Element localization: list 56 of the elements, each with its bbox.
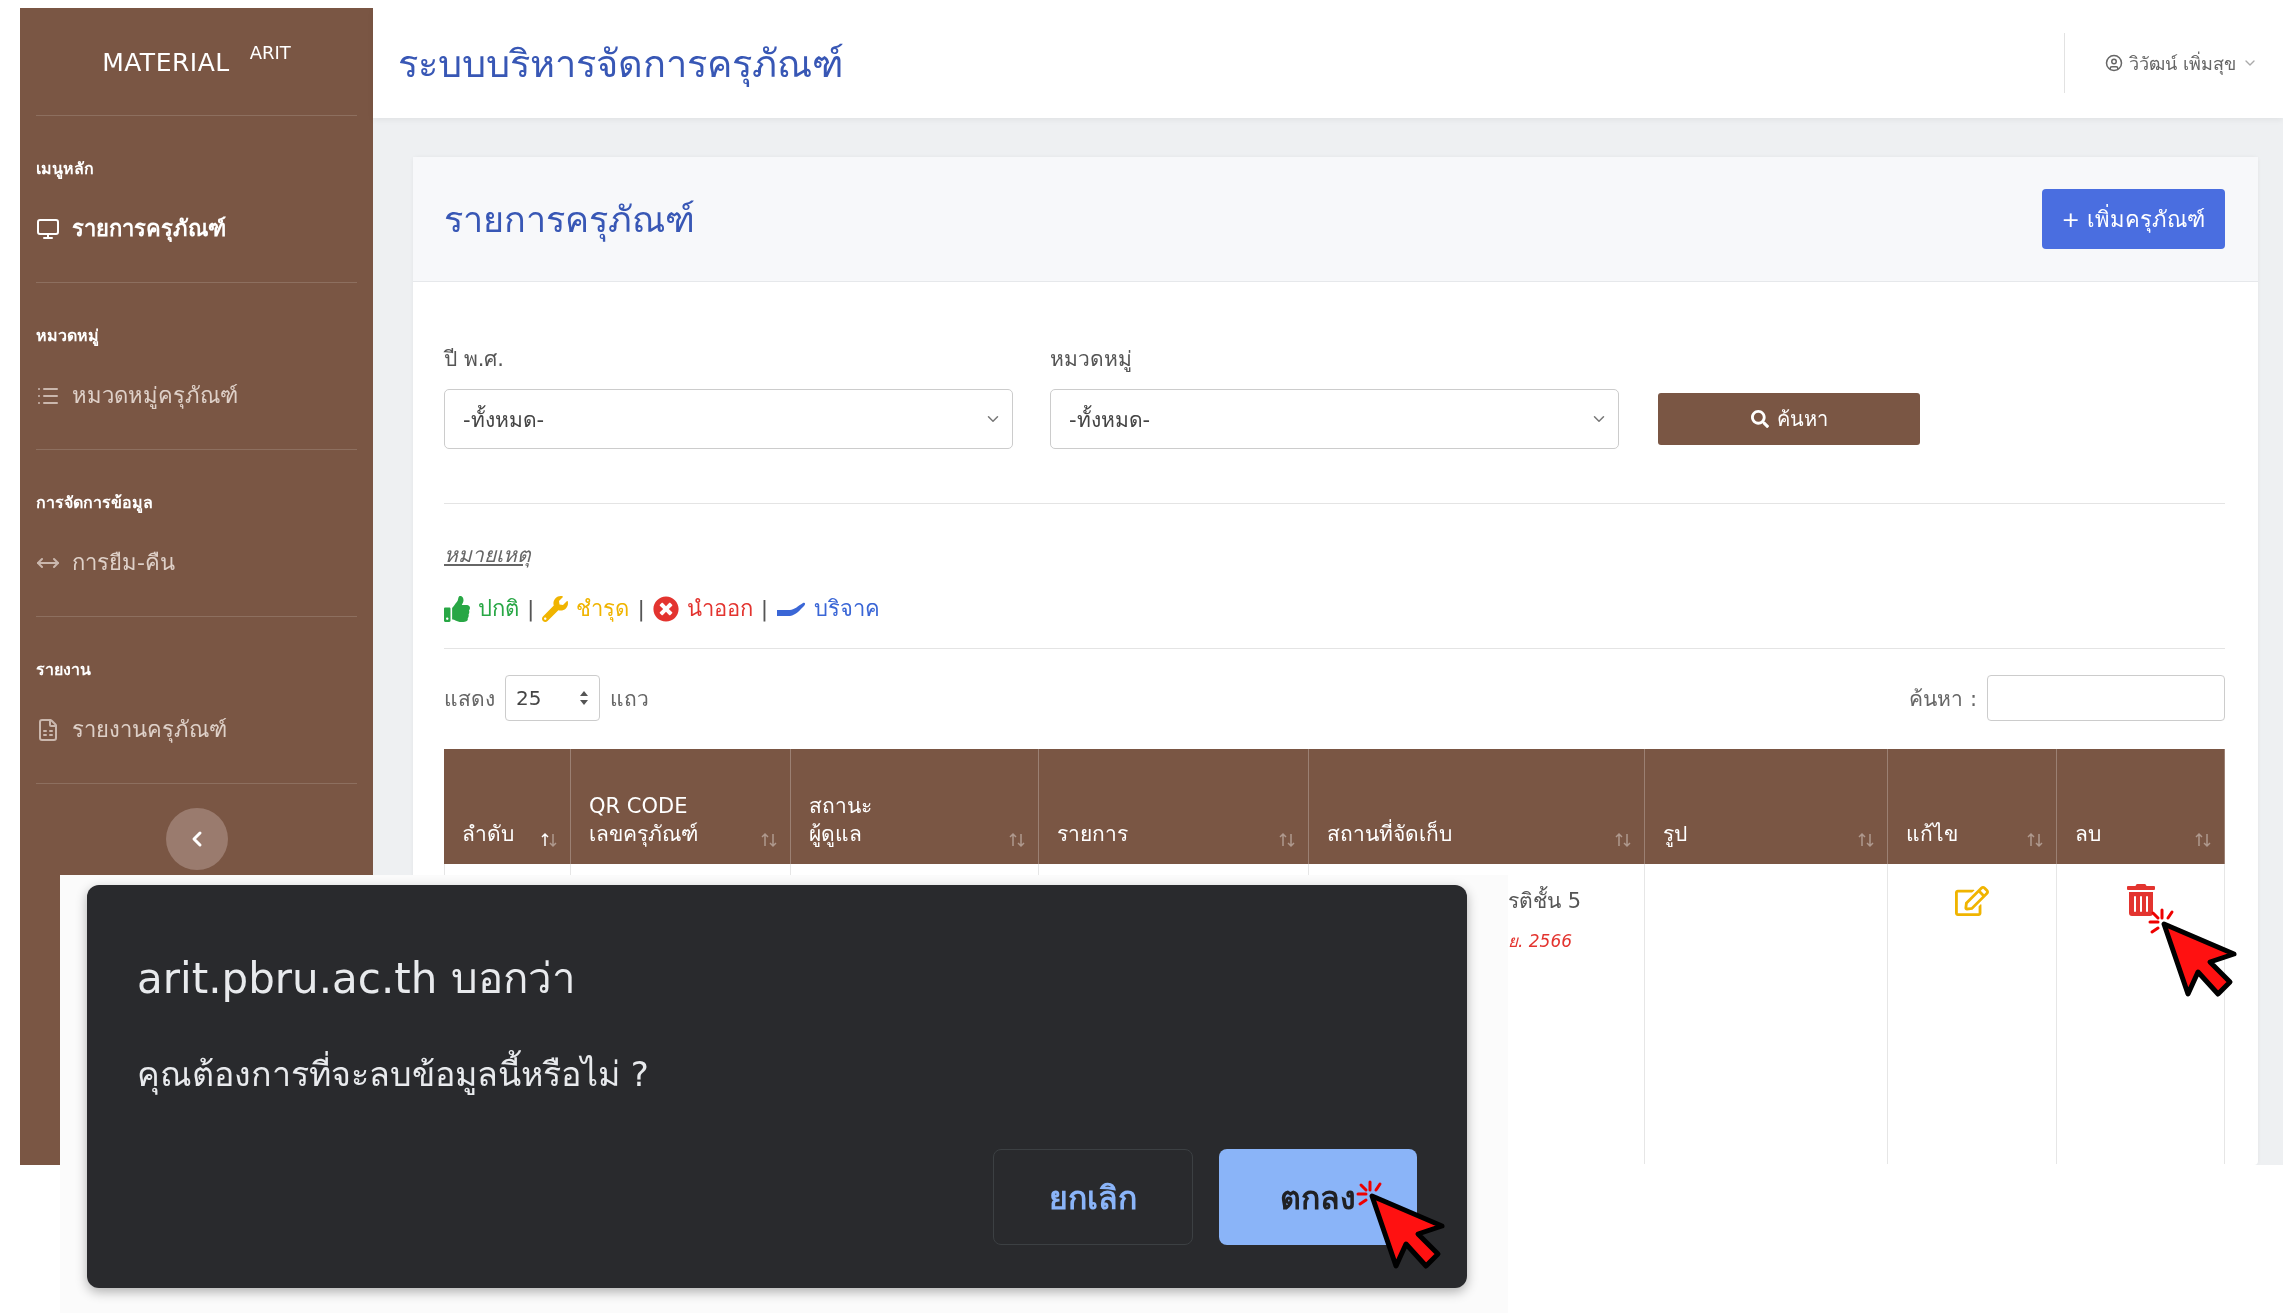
column-header[interactable]: รายการ — [1039, 749, 1309, 864]
legend-label: ชำรุด — [576, 595, 630, 624]
date-note: ย. 2566 — [1508, 930, 1573, 953]
ok-button[interactable]: ตกลง — [1219, 1149, 1417, 1245]
brand-superscript: ARIT — [249, 42, 291, 65]
legend-label: ปกติ — [478, 595, 519, 623]
edit-button[interactable] — [1955, 884, 1989, 918]
table-cell: รติชั้น 5 — [1508, 884, 1582, 917]
column-header[interactable]: สถานที่จัดเก็บ — [1309, 749, 1645, 864]
app-title: ระบบบริหารจัดการครุภัณฑ์ — [398, 40, 845, 89]
legend-title: หมายเหตุ — [444, 542, 532, 570]
sidebar-item[interactable]: หมวดหมู่ครุภัณฑ์ — [36, 378, 357, 413]
up-down-icon — [579, 690, 589, 706]
search-icon — [1750, 410, 1769, 428]
table-search-field[interactable] — [1987, 675, 2225, 721]
filter-select[interactable]: -ทั้งหมด- — [1050, 389, 1619, 449]
filter-select[interactable]: -ทั้งหมด- — [444, 389, 1013, 449]
filter-label: หมวดหมู่ — [1050, 346, 1133, 374]
legend-separator: | — [760, 596, 769, 621]
column-header[interactable]: สถานะ ผู้ดูแล — [791, 749, 1039, 864]
pointer-cursor-icon — [2148, 908, 2240, 1000]
column-header[interactable]: ลำดับ — [444, 749, 571, 864]
sidebar-heading: หมวดหมู่ — [36, 325, 100, 348]
file-icon — [36, 717, 60, 742]
sidebar-heading: รายงาน — [36, 659, 92, 681]
legend-separator: | — [637, 596, 645, 621]
pointer-cursor-icon — [1356, 1180, 1448, 1272]
cancel-button[interactable]: ยกเลิก — [993, 1149, 1193, 1245]
dialog-origin: arit.pbru.ac.th บอกว่า — [137, 953, 577, 1005]
column-header[interactable]: แก้ไข — [1888, 749, 2057, 864]
column-header[interactable]: รูป — [1645, 749, 1888, 864]
filter-label: ปี พ.ศ. — [444, 346, 506, 373]
delete-button[interactable] — [2124, 884, 2157, 916]
rows-label: แถว — [610, 685, 649, 713]
sidebar-heading: การจัดการข้อมูล — [36, 492, 154, 515]
user-menu[interactable]: วิวัฒน์ เพิ่มสุข — [2064, 33, 2258, 93]
brand-name: MATERIAL — [102, 48, 230, 77]
dialog-message: คุณต้องการที่จะลบข้อมูลนี้หรือไม่ ? — [137, 1047, 1417, 1101]
page-size-select[interactable]: 25 — [505, 675, 600, 721]
legend-label: นำออก — [686, 595, 753, 623]
search-button[interactable]: ค้นหา — [1658, 393, 1920, 445]
sidebar-item[interactable]: รายการครุภัณฑ์ — [36, 211, 357, 246]
add-button[interactable]: + เพิ่มครุภัณฑ์ — [2041, 189, 2225, 249]
sidebar-heading: เมนูหลัก — [36, 158, 95, 181]
monitor-icon — [36, 216, 60, 241]
show-label: แสดง — [444, 685, 495, 713]
sidebar-item[interactable]: รายงานครุภัณฑ์ — [36, 712, 357, 747]
legend-separator: | — [527, 596, 535, 621]
search-label: ค้นหา : — [1909, 685, 1977, 713]
sidebar-item[interactable]: การยืม-คืน — [36, 545, 357, 580]
sort-icon[interactable] — [540, 832, 558, 848]
legend-label: บริจาค — [814, 595, 881, 623]
card-title: รายการครุภัณฑ์ — [444, 197, 695, 244]
column-header[interactable]: QR CODE เลขครุภัณฑ์ — [571, 749, 791, 864]
column-header[interactable]: ลบ — [2057, 749, 2225, 864]
user-icon — [2105, 54, 2124, 72]
